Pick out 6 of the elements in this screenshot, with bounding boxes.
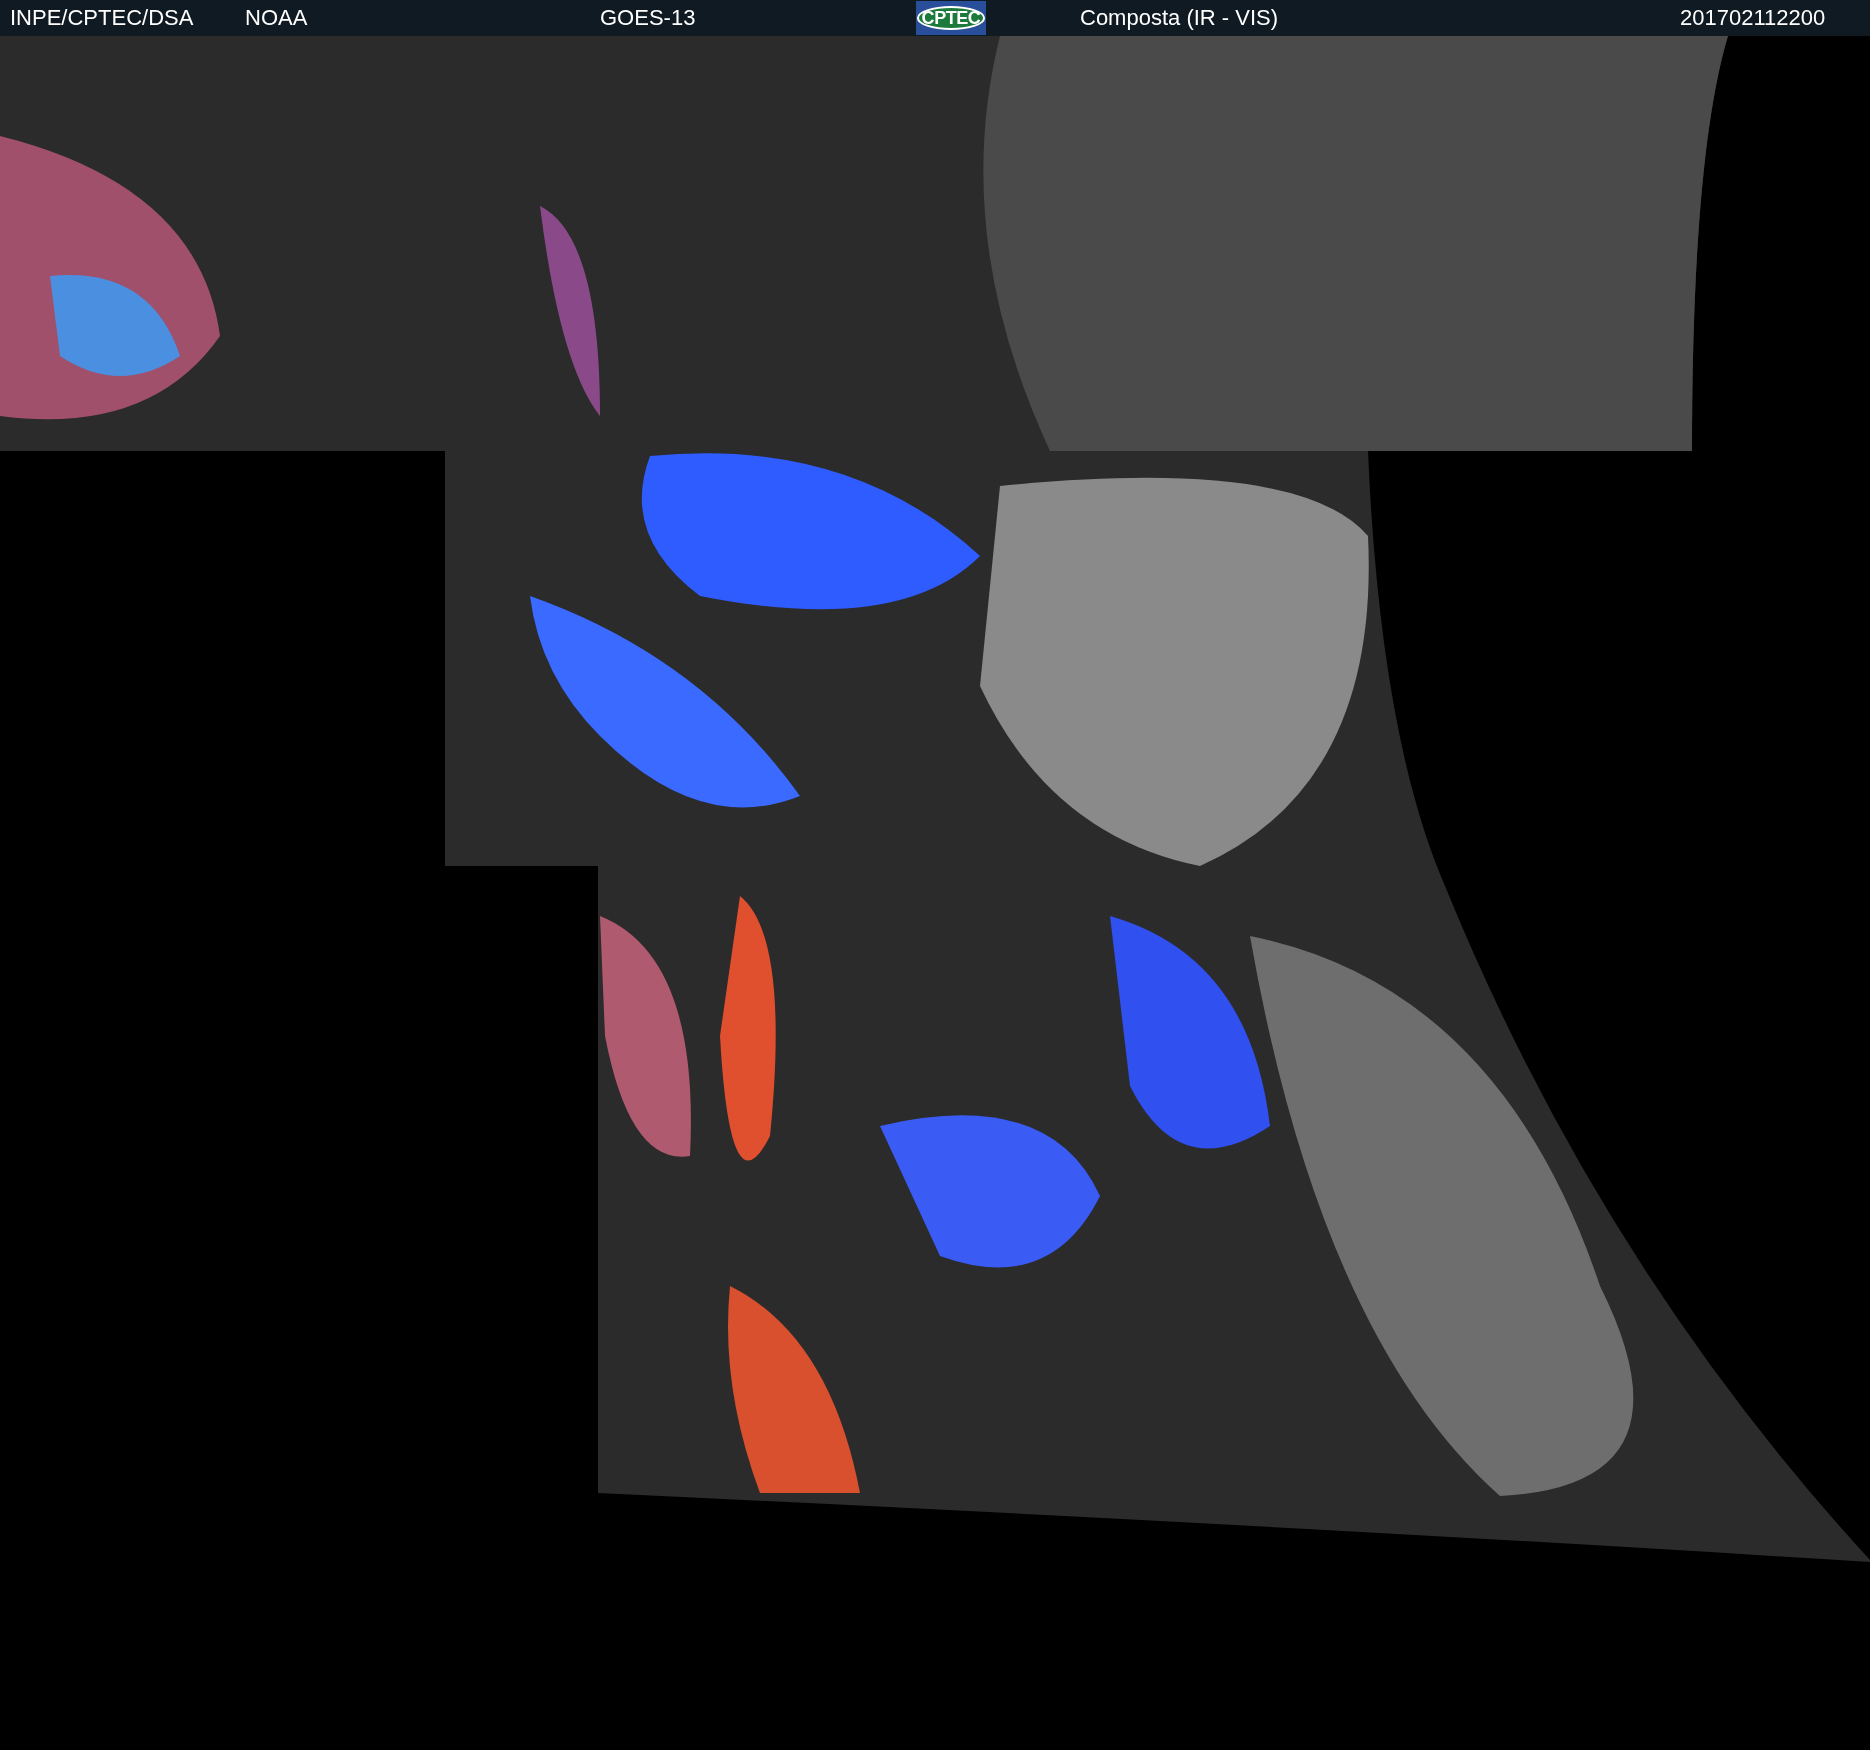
product-label: Composta (IR - VIS): [1080, 7, 1280, 29]
satellite-label: GOES-13: [600, 7, 697, 29]
timestamp-label: 201702112200: [1680, 7, 1826, 29]
logo-text: CPTEC: [916, 6, 986, 30]
source-label: INPE/CPTEC/DSA: [10, 7, 195, 29]
agency-label: NOAA: [245, 7, 309, 29]
